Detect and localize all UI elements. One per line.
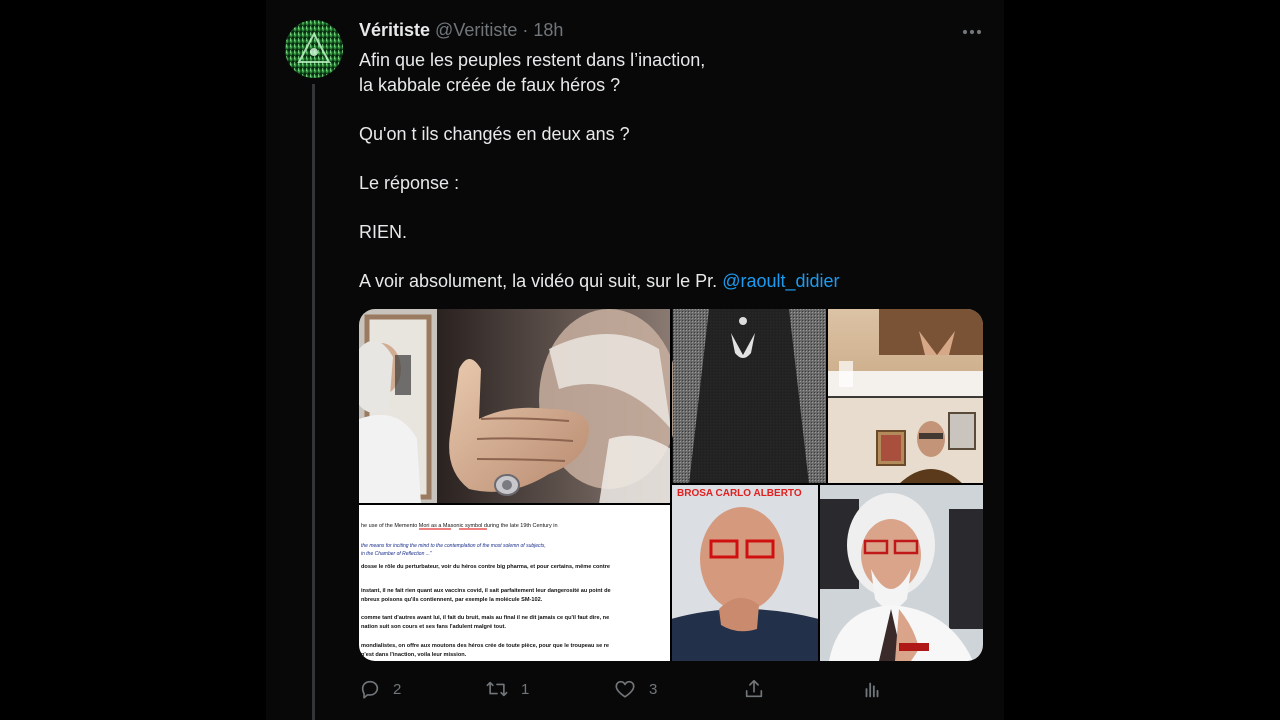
analytics-icon [865,682,879,698]
like-count: 3 [649,680,658,698]
author-display-name[interactable]: Véritiste [359,20,430,41]
tweet-text: Afin que les peuples restent dans l’inac… [359,48,979,294]
retweet-icon [486,681,508,697]
media-photo-red-glasses-man [671,484,819,661]
reply-count: 2 [393,680,402,698]
like-button[interactable]: 3 [613,676,657,702]
document-line: n'est dans l'inaction, voila leur missio… [361,652,467,658]
more-icon [962,29,982,35]
tweet-text-line: RIEN. [359,222,408,243]
media-photo-hands-desk [827,309,983,397]
media-photo-bw-figure [673,309,827,484]
avatar-image [285,20,343,78]
document-line: instant, il ne fait rien quant aux vacci… [361,588,611,594]
more-button[interactable] [958,20,986,44]
document-line: mondialistes, on offre aux moutons des h… [361,643,609,649]
avatar[interactable] [285,20,343,78]
reply-button[interactable]: 2 [359,676,401,702]
tweet-text-span: A voir absolument, la vidéo qui suit, su… [359,271,718,292]
mention-link[interactable]: @raoult_didier [722,271,839,291]
separator-dot: · [522,20,529,40]
heart-icon [615,680,635,698]
retweet-button[interactable]: 1 [485,676,529,702]
media-collage: he use of the Memento Mori as a Masonic … [359,309,983,661]
media-document: he use of the Memento Mori as a Masonic … [359,504,671,661]
tweet-text-line: Le réponse : [359,172,460,193]
tweet-actions: 2 1 3 [359,676,899,702]
media-photo-labcoat-man [819,484,983,661]
document-line: in the Chamber of Reflection ..." [361,551,432,557]
analytics-button[interactable] [861,676,883,702]
document-line: nation suit son cours et ses fans l'adul… [361,624,506,630]
retweet-count: 1 [521,680,530,698]
document-line: the means for inciting the mind to the c… [361,543,546,549]
share-icon [745,679,763,698]
reply-icon [361,680,379,699]
tweet-text-line: Qu'on t ils changés en deux ans ? [359,123,630,144]
tweet-text-line-last: A voir absolument, la vidéo qui suit, su… [359,269,979,294]
media-photo-office-man [827,397,983,484]
document-line: dosse le rôle du perturbateur, voir du h… [361,564,610,570]
media-overlay-label: BROSA CARLO ALBERTO [677,488,802,499]
author-handle[interactable]: @Veritiste [435,20,517,41]
media-photo-hand-ring [437,309,679,504]
thread-line [312,84,315,720]
tweet-header: Véritiste @Veritiste · 18h [359,20,563,44]
tweet-timestamp[interactable]: 18h [533,20,563,41]
media-photo-mirror [359,309,437,504]
tweet-media[interactable]: he use of the Memento Mori as a Masonic … [359,309,983,661]
document-line: comme tant d'autres avant lui, il fait d… [361,615,609,621]
tweet-text-line: la kabbale créée de faux héros ? [359,74,621,95]
share-button[interactable] [743,676,765,702]
document-line: he use of the Memento Mori as a Masonic … [361,523,558,529]
tweet-text-line: Afin que les peuples restent dans l’inac… [359,50,706,70]
document-line: nbreux poisons qu'ils contiennent, par e… [361,597,543,603]
